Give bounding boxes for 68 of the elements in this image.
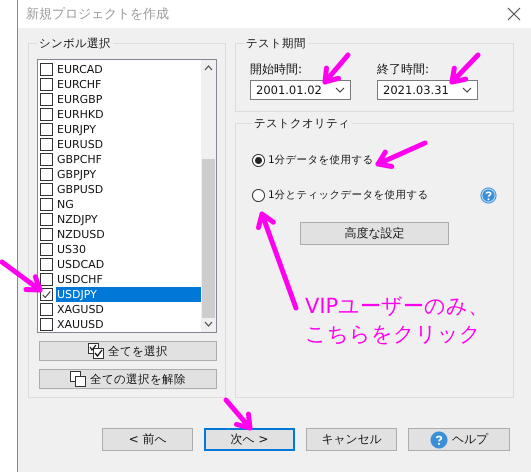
checkbox[interactable] — [40, 153, 53, 166]
date-label: 開始時間: — [250, 61, 302, 78]
checkbox[interactable] — [40, 288, 53, 301]
annotation-text: VIPユーザーのみ、 こちらをクリック — [305, 293, 490, 348]
symbol-item[interactable]: USDCAD — [56, 257, 201, 272]
date-dropdown[interactable]: 2001.01.02 — [250, 80, 351, 100]
symbol-item[interactable]: EURHKD — [56, 107, 201, 122]
wizard-button[interactable]: 次へ > — [204, 428, 295, 451]
checkbox[interactable] — [40, 138, 53, 151]
close-icon[interactable] — [507, 7, 521, 21]
advanced-settings-button[interactable]: 高度な設定 — [300, 222, 449, 245]
checkbox[interactable] — [40, 303, 53, 316]
group-title: テストクオリティ — [253, 116, 351, 131]
window-title: 新規プロジェクトを作成 — [26, 6, 169, 23]
symbol-item[interactable]: EURJPY — [56, 122, 201, 137]
checkbox[interactable] — [40, 168, 53, 181]
checkbox[interactable] — [40, 228, 53, 241]
radio-label: 1分データを使用する — [268, 153, 374, 167]
symbol-item[interactable]: USDJPY — [56, 287, 201, 302]
symbol-item[interactable]: US30 — [56, 242, 201, 257]
symbol-item[interactable]: GBPCHF — [56, 152, 201, 167]
checkbox[interactable] — [40, 258, 53, 271]
checkbox[interactable] — [40, 63, 53, 76]
symbol-item[interactable]: GBPJPY — [56, 167, 201, 182]
annotation-arrow — [0, 260, 42, 292]
symbol-item[interactable]: NZDUSD — [56, 227, 201, 242]
checkbox[interactable] — [40, 123, 53, 136]
checkbox[interactable] — [40, 273, 53, 286]
wizard-button[interactable]: キャンセル — [306, 428, 397, 451]
help-button[interactable]: ヘルプ — [408, 428, 510, 451]
symbol-item[interactable]: EURCAD — [56, 62, 201, 77]
symbol-item[interactable]: NG — [56, 197, 201, 212]
wizard-button[interactable]: < 前へ — [102, 428, 193, 451]
symbol-item[interactable]: NZDJPY — [56, 212, 201, 227]
symbol-item[interactable]: XAGUSD — [56, 302, 201, 317]
group-title: シンボル選択 — [38, 36, 112, 51]
annotation-arrow — [376, 140, 428, 169]
chevron-down-icon — [335, 87, 345, 93]
checkbox[interactable] — [40, 93, 53, 106]
group-title: テスト期間 — [245, 36, 307, 51]
help-icon — [430, 430, 448, 448]
select-all-button[interactable]: 全てを選択 — [39, 341, 217, 361]
checkbox[interactable] — [40, 243, 53, 256]
date-dropdown[interactable]: 2021.03.31 — [377, 80, 478, 100]
annotation-arrow — [322, 52, 350, 84]
chevron-down-icon — [462, 87, 472, 93]
symbol-item[interactable]: GBPUSD — [56, 182, 201, 197]
scrollbar[interactable] — [201, 60, 216, 332]
help-icon[interactable] — [480, 186, 497, 204]
annotation-arrow — [450, 52, 480, 84]
annotation-arrow — [224, 398, 252, 430]
checkbox[interactable] — [40, 183, 53, 196]
checkbox[interactable] — [40, 78, 53, 91]
checkbox[interactable] — [40, 198, 53, 211]
symbol-item[interactable]: EURGBP — [56, 92, 201, 107]
radio-label: 1分とティックデータを使用する — [268, 188, 429, 202]
radio-button[interactable] — [252, 154, 265, 166]
symbol-item[interactable]: XAUUSD — [56, 317, 201, 332]
radio-button[interactable] — [252, 188, 265, 202]
symbol-item[interactable]: EURCHF — [56, 77, 201, 92]
checkboxes-icon — [88, 343, 104, 359]
date-label: 終了時間: — [377, 61, 430, 78]
checkbox[interactable] — [40, 108, 53, 121]
checkbox[interactable] — [40, 213, 53, 226]
checkbox[interactable] — [40, 318, 53, 331]
deselect-all-button[interactable]: 全ての選択を解除 — [39, 369, 217, 389]
symbol-item[interactable]: EURUSD — [56, 137, 201, 152]
symbol-item[interactable]: USDCHF — [56, 272, 201, 287]
